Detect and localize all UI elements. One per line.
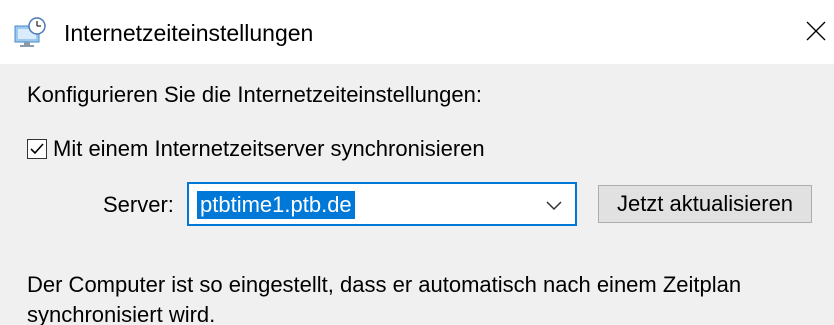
server-label: Server: <box>103 192 174 217</box>
close-button[interactable] <box>798 8 834 54</box>
sync-checkbox-row[interactable]: Mit einem Internetzeitserver synchronisi… <box>27 134 485 164</box>
sync-checkbox[interactable] <box>27 139 47 159</box>
sync-status-text: Der Computer ist so eingestellt, dass er… <box>27 272 742 325</box>
server-combobox[interactable]: ptbtime1.ptb.de <box>187 182 577 226</box>
close-icon <box>806 21 826 41</box>
clock-globe-icon <box>13 17 47 47</box>
checkmark-icon <box>30 143 44 155</box>
internet-time-settings-dialog: Internetzeiteinstellungen Konfigurieren … <box>0 0 834 325</box>
update-now-button[interactable]: Jetzt aktualisieren <box>598 185 812 223</box>
sync-checkbox-label[interactable]: Mit einem Internetzeitserver synchronisi… <box>53 136 485 162</box>
server-input-value[interactable]: ptbtime1.ptb.de <box>197 191 355 219</box>
intro-text: Konfigurieren Sie die Internetzeiteinste… <box>27 82 482 107</box>
chevron-down-icon[interactable] <box>545 198 563 211</box>
title-bar[interactable]: Internetzeiteinstellungen <box>0 0 834 64</box>
dialog-body: Konfigurieren Sie die Internetzeiteinste… <box>0 64 834 325</box>
window-title: Internetzeiteinstellungen <box>64 20 314 46</box>
